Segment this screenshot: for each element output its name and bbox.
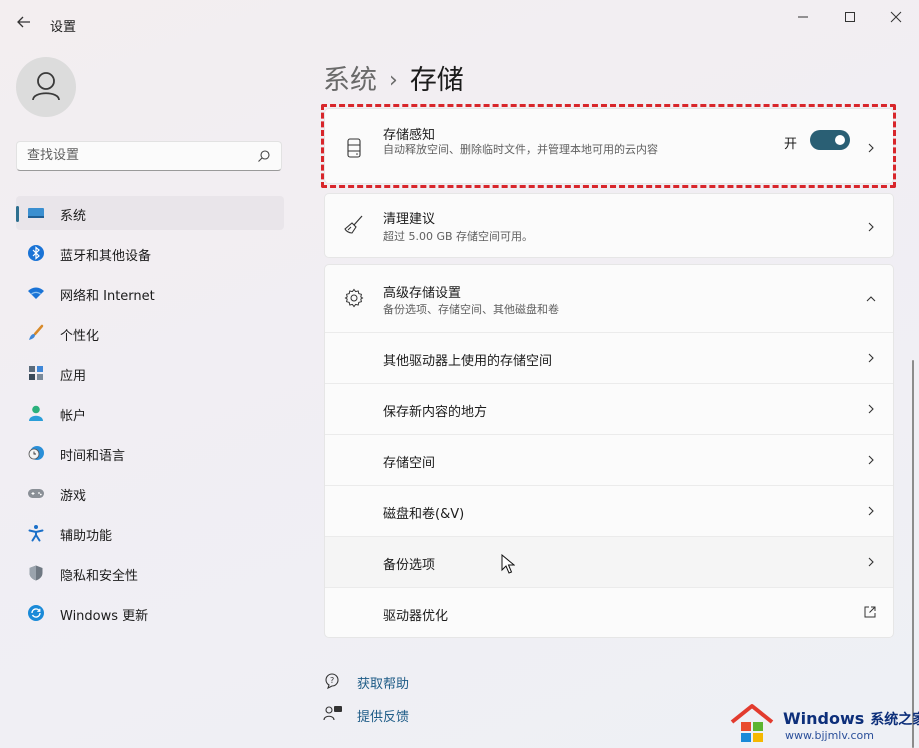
sidebar-item-network[interactable]: 网络和 Internet <box>16 276 284 310</box>
brush-icon <box>29 324 44 340</box>
sidebar-item-bluetooth[interactable]: 蓝牙和其他设备 <box>16 236 284 270</box>
list-item-label: 驱动器优化 <box>383 609 449 624</box>
house-logo-icon <box>730 704 774 742</box>
chevron-right-icon[interactable] <box>865 352 877 364</box>
sidebar-item-label: 游戏 <box>60 489 87 504</box>
storage-drive-icon <box>347 138 361 158</box>
apps-icon <box>29 366 43 380</box>
watermark: Windows系统之家 www.bjjmlv.com <box>729 702 919 748</box>
search-input[interactable] <box>27 148 247 163</box>
sidebar-item-gaming[interactable]: 游戏 <box>16 476 284 510</box>
accessibility-icon <box>28 525 44 542</box>
sidebar-item-personalization[interactable]: 个性化 <box>16 316 284 350</box>
clock-globe-icon <box>28 446 44 460</box>
storage-sense-card[interactable]: 存储感知 自动释放空间、删除临时文件，并管理本地可用的云内容 开 <box>324 108 894 184</box>
sidebar-item-label: 系统 <box>60 209 87 224</box>
breadcrumb: 系统 › 存储 <box>323 58 464 97</box>
get-help-link[interactable]: 获取帮助 <box>357 673 409 692</box>
close-icon[interactable] <box>885 6 907 28</box>
sidebar-item-accounts[interactable]: 帐户 <box>16 396 284 430</box>
breadcrumb-parent[interactable]: 系统 <box>323 65 377 96</box>
back-arrow-icon[interactable] <box>14 12 34 32</box>
account-icon <box>29 405 43 421</box>
sidebar-item-label: 蓝牙和其他设备 <box>60 249 152 264</box>
sidebar-item-apps[interactable]: 应用 <box>16 356 284 390</box>
chevron-right-icon[interactable] <box>865 403 877 415</box>
list-item-label: 存储空间 <box>383 456 436 471</box>
window-title: 设置 <box>50 20 77 35</box>
storage-sense-toggle[interactable] <box>810 130 850 150</box>
chevron-right-icon[interactable] <box>865 505 877 517</box>
chevron-right-icon[interactable] <box>865 556 877 568</box>
list-item-storage-spaces[interactable]: 存储空间 <box>325 435 893 485</box>
gamepad-icon <box>28 489 44 498</box>
advanced-storage-header[interactable]: 高级存储设置 备份选项、存储空间、其他磁盘和卷 <box>325 265 893 332</box>
external-link-icon[interactable] <box>863 605 877 619</box>
sidebar-item-privacy[interactable]: 隐私和安全性 <box>16 556 284 590</box>
mouse-cursor-icon <box>501 554 515 574</box>
sidebar-item-label: 隐私和安全性 <box>60 569 139 584</box>
chevron-right-icon[interactable] <box>865 142 877 154</box>
list-item-label: 磁盘和卷(&V) <box>383 507 465 522</box>
scrollbar-thumb[interactable] <box>912 360 914 748</box>
advanced-storage-description: 备份选项、存储空间、其他磁盘和卷 <box>383 303 559 316</box>
watermark-brand: Windows系统之家 <box>783 709 919 728</box>
chevron-right-icon[interactable] <box>865 221 877 233</box>
search-icon[interactable] <box>257 149 271 163</box>
wifi-icon <box>28 287 44 299</box>
search-box[interactable] <box>16 141 282 171</box>
active-indicator <box>16 206 19 222</box>
give-feedback-link[interactable]: 提供反馈 <box>357 706 409 725</box>
cleanup-title: 清理建议 <box>383 212 436 227</box>
system-icon <box>28 208 44 218</box>
toggle-state-label: 开 <box>784 137 798 152</box>
list-item-label: 备份选项 <box>383 558 436 573</box>
sidebar-item-label: 网络和 Internet <box>60 289 155 304</box>
sidebar-item-label: 时间和语言 <box>60 449 126 464</box>
maximize-icon[interactable] <box>839 6 861 28</box>
bluetooth-icon <box>28 245 44 261</box>
svg-text:?: ? <box>330 676 334 685</box>
watermark-url: www.bjjmlv.com <box>785 729 874 742</box>
minimize-icon[interactable] <box>792 6 814 28</box>
gear-icon <box>344 288 364 308</box>
avatar[interactable] <box>16 57 76 117</box>
feedback-icon <box>323 706 342 721</box>
broom-icon <box>344 215 363 234</box>
cleanup-card[interactable]: 清理建议 超过 5.00 GB 存储空间可用。 <box>324 193 894 258</box>
advanced-storage-card: 高级存储设置 备份选项、存储空间、其他磁盘和卷 其他驱动器上使用的存储空间 保存… <box>324 264 894 638</box>
sidebar-item-label: 应用 <box>60 369 87 384</box>
sidebar-item-system[interactable]: 系统 <box>16 196 284 230</box>
chevron-right-icon[interactable] <box>865 454 877 466</box>
sidebar-item-label: 个性化 <box>60 329 100 344</box>
sidebar-item-label: 辅助功能 <box>60 529 113 544</box>
list-item-disks-volumes[interactable]: 磁盘和卷(&V) <box>325 486 893 536</box>
sidebar-item-time-language[interactable]: 时间和语言 <box>16 436 284 470</box>
list-item-storage-other-drives[interactable]: 其他驱动器上使用的存储空间 <box>325 333 893 383</box>
sidebar-item-label: Windows 更新 <box>60 609 149 624</box>
storage-sense-title: 存储感知 <box>383 128 436 143</box>
shield-icon <box>29 565 43 581</box>
list-item-backup-options[interactable]: 备份选项 <box>325 537 893 587</box>
advanced-storage-title: 高级存储设置 <box>383 286 462 301</box>
sidebar-item-windows-update[interactable]: Windows 更新 <box>16 596 284 630</box>
help-icon: ? <box>325 673 339 690</box>
list-item-label: 其他驱动器上使用的存储空间 <box>383 354 553 369</box>
list-item-label: 保存新内容的地方 <box>383 405 488 420</box>
chevron-up-icon[interactable] <box>865 293 877 305</box>
cleanup-description: 超过 5.00 GB 存储空间可用。 <box>383 230 534 243</box>
sidebar-item-accessibility[interactable]: 辅助功能 <box>16 516 284 550</box>
list-item-save-locations[interactable]: 保存新内容的地方 <box>325 384 893 434</box>
breadcrumb-separator-icon: › <box>389 68 398 93</box>
page-title: 存储 <box>409 65 464 96</box>
update-icon <box>28 605 44 621</box>
user-icon <box>32 72 60 101</box>
toggle-knob <box>835 135 845 145</box>
storage-sense-description: 自动释放空间、删除临时文件，并管理本地可用的云内容 <box>383 143 658 156</box>
sidebar-item-label: 帐户 <box>60 409 87 424</box>
list-item-drive-optimization[interactable]: 驱动器优化 <box>325 588 893 638</box>
